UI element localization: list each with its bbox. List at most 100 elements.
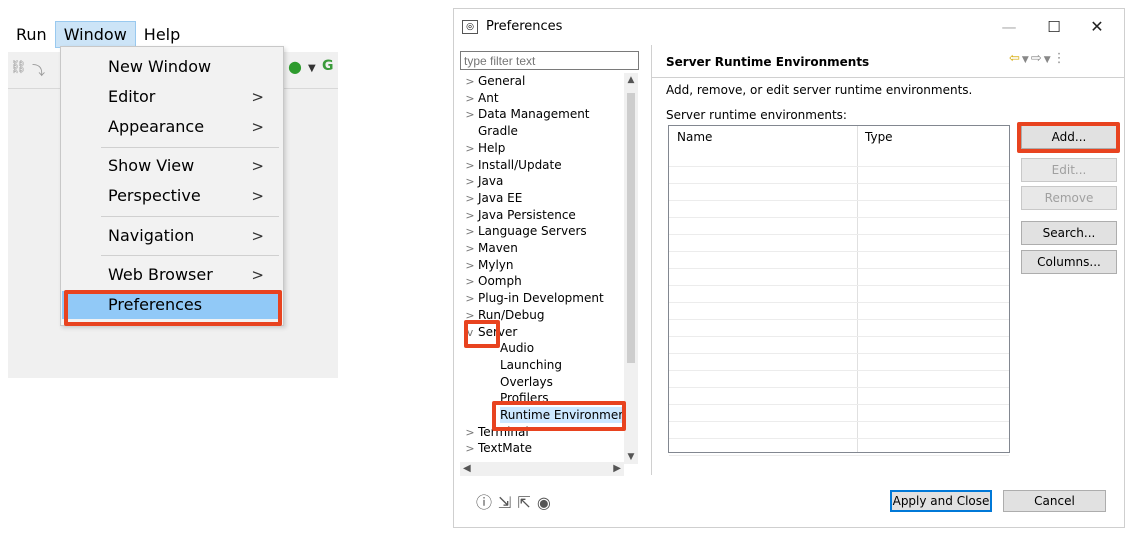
table-row (669, 200, 1009, 201)
search-button[interactable]: Search... (1021, 221, 1117, 245)
chevron-right-icon[interactable]: > (462, 91, 478, 107)
tree-item[interactable]: > Java Persistence (462, 207, 575, 224)
columns-button[interactable]: Columns... (1021, 250, 1117, 274)
tree-item-label: General (478, 74, 526, 88)
menu-separator (101, 147, 279, 148)
menu-run[interactable]: Run (8, 22, 55, 47)
tree-item[interactable]: Audio (500, 340, 534, 356)
highlight-box-runtime-environments (492, 401, 626, 431)
tree-vertical-scrollbar[interactable]: ▲ ▼ (624, 73, 638, 464)
chevron-right-icon[interactable]: > (462, 224, 478, 240)
run-icon[interactable]: ● (288, 57, 302, 76)
menu-item-navigation[interactable]: Navigation > (62, 222, 282, 250)
page-description: Add, remove, or edit server runtime envi… (666, 83, 973, 97)
export-icon[interactable]: ⇱ (517, 493, 536, 512)
remove-button[interactable]: Remove (1021, 186, 1117, 210)
menu-item-appearance[interactable]: Appearance > (62, 113, 282, 141)
tree-item[interactable]: Overlays (500, 374, 553, 390)
maximize-icon[interactable]: ☐ (1039, 15, 1069, 39)
menu-window[interactable]: Window (54, 20, 136, 48)
menu-item-label: Perspective (108, 186, 201, 205)
table-row (669, 217, 1009, 218)
dialog-titlebar: ◎ Preferences — ☐ ✕ (454, 9, 1124, 45)
scroll-up-icon[interactable]: ▲ (624, 75, 638, 85)
tree-item[interactable]: Gradle (462, 123, 518, 139)
edit-button[interactable]: Edit... (1021, 158, 1117, 182)
chevron-right-icon[interactable]: > (462, 274, 478, 290)
tree-item[interactable]: > Install/Update (462, 157, 561, 174)
runtimes-table[interactable]: Name Type (668, 125, 1010, 456)
tree-item[interactable]: > Ant (462, 90, 498, 107)
scroll-left-icon[interactable]: ◀ (463, 462, 471, 476)
tree-item[interactable]: > Oomph (462, 273, 521, 290)
tree-item-label: Audio (500, 341, 535, 356)
chevron-right-icon[interactable]: > (462, 241, 478, 257)
run-dropdown-icon[interactable]: ▼ (308, 63, 316, 74)
column-header-type[interactable]: Type (865, 130, 893, 144)
tree-item-label: Plug-in Development (478, 291, 604, 306)
oomph-icon[interactable]: ◉ (537, 493, 557, 512)
chevron-right-icon[interactable]: > (462, 191, 478, 207)
chevron-right-icon[interactable]: > (462, 74, 478, 90)
forward-arrow-icon[interactable]: ⇨ (1031, 51, 1044, 66)
toolbar-disabled-icon[interactable]: ⛓ (10, 60, 27, 75)
scroll-down-icon[interactable]: ▼ (624, 452, 638, 462)
chevron-right-icon[interactable]: > (462, 141, 478, 157)
chevron-right-icon[interactable]: > (462, 107, 478, 123)
tree-item[interactable]: > Java (462, 173, 503, 189)
table-row (669, 353, 1009, 354)
more-options-icon[interactable]: ⋮ (1053, 51, 1068, 66)
menu-item-label: New Window (108, 57, 212, 76)
chevron-right-icon[interactable]: > (462, 425, 478, 441)
table-row (669, 166, 1009, 167)
menu-item-web-browser[interactable]: Web Browser > (62, 261, 282, 289)
scroll-thumb[interactable] (627, 93, 635, 363)
close-icon[interactable]: ✕ (1082, 15, 1112, 39)
column-header-name[interactable]: Name (677, 130, 712, 144)
chevron-right-icon[interactable]: > (462, 158, 478, 174)
scroll-right-icon[interactable]: ▶ (613, 462, 621, 476)
menu-item-label: Editor (108, 87, 156, 106)
apply-and-close-button[interactable]: Apply and Close (890, 490, 992, 512)
table-row (669, 234, 1009, 235)
toolbar-disabled-icon-2[interactable]: ⤵ (32, 60, 45, 79)
menu-item-label: Web Browser (108, 265, 213, 284)
tree-item[interactable]: > Plug-in Development (462, 290, 604, 307)
tree-horizontal-scrollbar[interactable]: ◀ ▶ (460, 462, 624, 476)
import-icon[interactable]: ⇲ (498, 493, 517, 512)
chevron-right-icon: > (251, 88, 264, 106)
menu-item-editor[interactable]: Editor > (62, 83, 282, 111)
filter-input[interactable] (460, 51, 639, 70)
cancel-button[interactable]: Cancel (1003, 490, 1106, 512)
chevron-right-icon[interactable]: > (462, 258, 478, 274)
tree-item-label: Mylyn (478, 257, 514, 272)
page-title: Server Runtime Environments (666, 55, 870, 69)
menu-item-show-view[interactable]: Show View > (62, 152, 282, 180)
tree-item[interactable]: > Java EE (462, 190, 522, 206)
tree-item[interactable]: > Data Management (462, 106, 589, 123)
menu-item-perspective[interactable]: Perspective > (62, 182, 282, 210)
back-arrow-icon[interactable]: ⇦ (1009, 51, 1022, 66)
table-row (669, 183, 1009, 184)
tree-item[interactable]: > Mylyn (462, 257, 514, 274)
chevron-right-icon[interactable]: > (462, 291, 478, 307)
debug-icon[interactable]: G (322, 58, 334, 74)
tree-item[interactable]: > Language Servers (462, 223, 586, 240)
tree-item[interactable]: Launching (500, 357, 562, 373)
chevron-right-icon[interactable]: > (462, 441, 478, 457)
tree-item[interactable]: > Maven (462, 240, 517, 257)
menu-item-new-window[interactable]: New Window (62, 53, 282, 81)
back-dropdown-icon[interactable]: ▼ (1022, 55, 1031, 65)
chevron-right-icon[interactable]: > (462, 174, 478, 190)
tree-item[interactable]: > TextMate (462, 440, 532, 456)
tree-item[interactable]: > General (462, 73, 525, 89)
help-icon[interactable]: ⓘ (476, 493, 498, 512)
chevron-right-icon[interactable]: > (462, 208, 478, 224)
menu-help[interactable]: Help (136, 22, 188, 47)
menu-separator (101, 216, 279, 217)
highlight-box-server (464, 320, 500, 348)
minimize-icon[interactable]: — (994, 15, 1024, 39)
tree-item[interactable]: > Help (462, 140, 505, 156)
forward-dropdown-icon[interactable]: ▼ (1044, 55, 1053, 65)
table-row (669, 285, 1009, 286)
